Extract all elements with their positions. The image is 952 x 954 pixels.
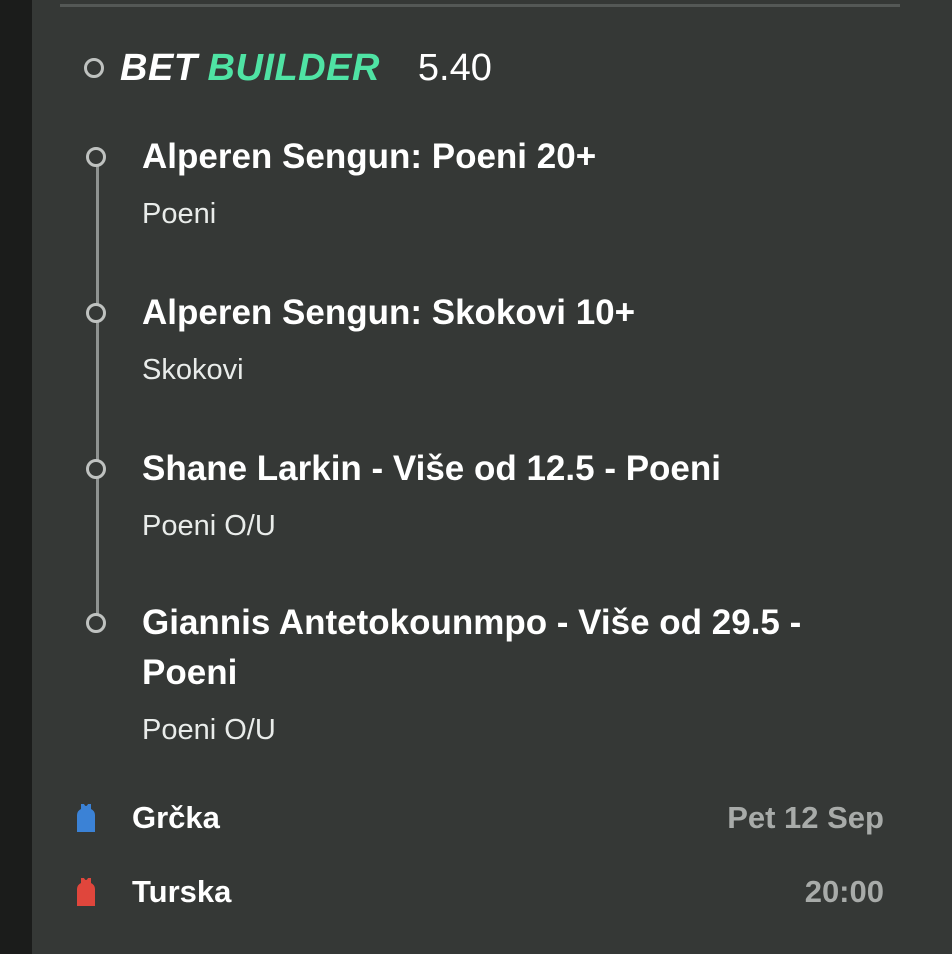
selection-item: Alperen Sengun: Poeni 20+ Poeni bbox=[86, 132, 902, 232]
selection-item: Giannis Antetokounmpo - Više od 29.5 - P… bbox=[86, 598, 902, 748]
selection-title: Giannis Antetokounmpo - Više od 29.5 - P… bbox=[142, 603, 802, 692]
bet-builder-header: BET BUILDER 5.40 bbox=[84, 40, 492, 96]
selection-title: Alperen Sengun: Skokovi 10+ bbox=[142, 293, 636, 332]
selection-market: Poeni bbox=[142, 198, 217, 230]
selection-item: Alperen Sengun: Skokovi 10+ Skokovi bbox=[86, 288, 902, 388]
home-team-name: Grčka bbox=[132, 800, 220, 835]
selection-market: Skokovi bbox=[142, 354, 244, 386]
match-team-away: Turska 20:00 bbox=[76, 872, 884, 912]
selection-market: Poeni O/U bbox=[142, 510, 276, 542]
brand-builder: BUILDER bbox=[207, 46, 380, 89]
timeline-line bbox=[96, 158, 99, 624]
timeline-node-icon bbox=[86, 147, 106, 167]
timeline-node-icon bbox=[84, 58, 104, 78]
match-time: 20:00 bbox=[804, 874, 884, 909]
bet-builder-card: BET BUILDER 5.40 Alperen Sengun: Poeni 20… bbox=[32, 0, 952, 954]
selection-title: Alperen Sengun: Poeni 20+ bbox=[142, 137, 597, 176]
red-jersey-icon bbox=[76, 877, 96, 907]
selection-title: Shane Larkin - Više od 12.5 - Poeni bbox=[142, 449, 721, 488]
divider bbox=[60, 4, 900, 7]
blue-jersey-icon bbox=[76, 803, 96, 833]
timeline-node-icon bbox=[86, 459, 106, 479]
selection-item: Shane Larkin - Više od 12.5 - Poeni Poen… bbox=[86, 444, 902, 544]
timeline-node-icon bbox=[86, 613, 106, 633]
timeline-node-icon bbox=[86, 303, 106, 323]
match-team-home: Grčka Pet 12 Sep bbox=[76, 798, 884, 838]
brand-bet: BET bbox=[120, 46, 198, 89]
match-date: Pet 12 Sep bbox=[727, 800, 884, 835]
away-team-name: Turska bbox=[132, 874, 232, 909]
bet-builder-logo: BET BUILDER bbox=[120, 47, 380, 90]
total-odds: 5.40 bbox=[417, 46, 492, 89]
selection-market: Poeni O/U bbox=[142, 714, 276, 746]
